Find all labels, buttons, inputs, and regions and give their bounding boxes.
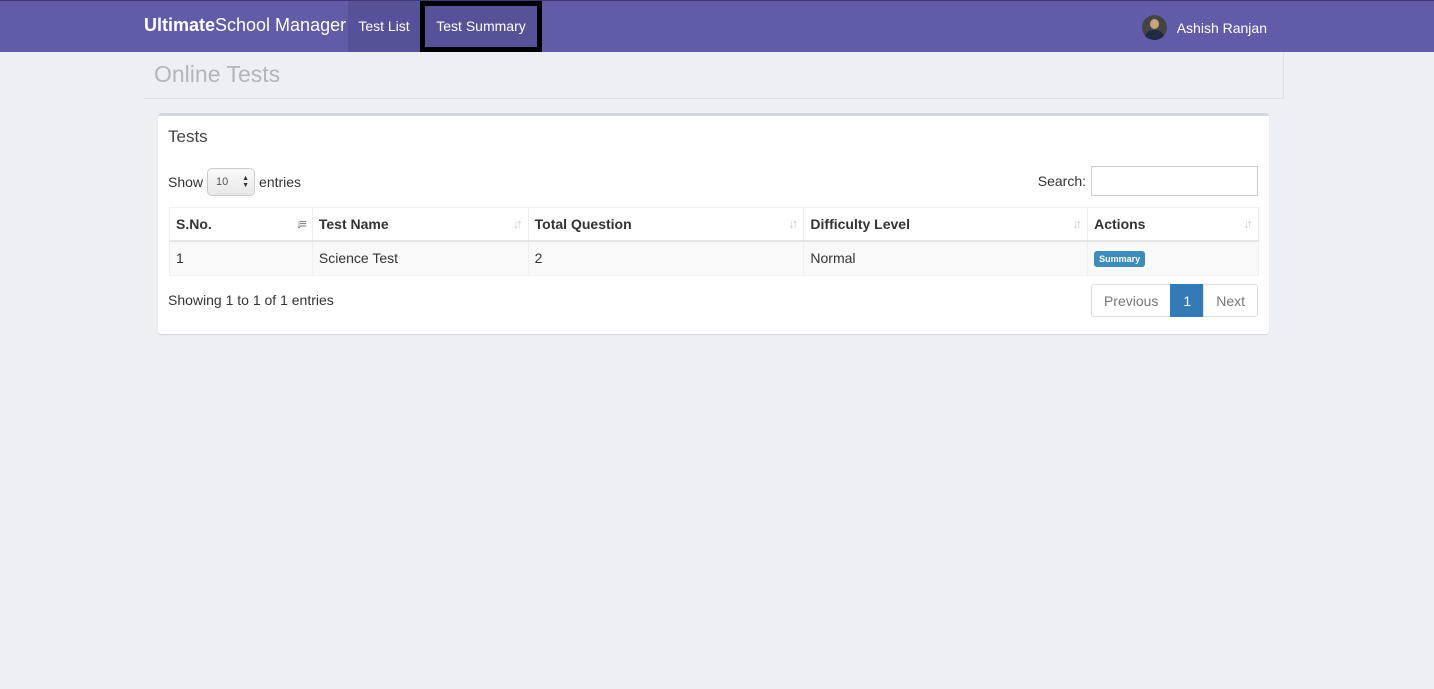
avatar: [1141, 15, 1167, 40]
cell-test-name: Science Test: [311, 240, 529, 276]
table-header-row: S.No. ↓≡ Test Name ↓↑ Total Question ↓↑ Dif…: [169, 207, 1259, 242]
page-1-button[interactable]: 1: [1170, 284, 1205, 317]
entries-select-value: 10: [216, 176, 229, 188]
page-title: Online Tests: [154, 61, 281, 87]
column-header-difficulty-level[interactable]: Difficulty Level ↓↑: [803, 207, 1089, 242]
search-label: Search:: [1037, 173, 1086, 189]
column-header-sno[interactable]: S.No. ↓≡: [169, 207, 313, 242]
sort-asc-icon: ↓≡: [295, 216, 307, 231]
pagination: Previous 1 Next: [1090, 284, 1258, 317]
sort-icon: ↓↑: [1243, 216, 1253, 231]
page-header: Online Tests: [144, 52, 1284, 99]
brand-logo[interactable]: UltimateSchool Manager: [144, 15, 346, 36]
sort-icon: ↓↑: [788, 216, 798, 231]
cell-actions: Summary: [1087, 240, 1259, 276]
cell-sno: 1: [169, 240, 313, 276]
search-control: Search:: [1038, 166, 1258, 196]
table-row: 1 Science Test 2 Normal Summary: [169, 240, 1259, 276]
nav-test-summary[interactable]: Test Summary: [420, 1, 542, 52]
sort-icon: ↓↑: [1072, 216, 1082, 231]
sort-icon: ↓↑: [512, 216, 523, 231]
show-label: Show: [168, 174, 204, 190]
next-button[interactable]: Next: [1203, 284, 1258, 317]
tests-table: S.No. ↓≡ Test Name ↓↑ Total Question ↓↑ Dif…: [169, 207, 1259, 276]
cell-difficulty-level: Normal: [803, 240, 1089, 276]
length-control: Show 10 ▲ ▼ entries: [168, 168, 301, 196]
column-header-test-name[interactable]: Test Name ↓↑: [311, 207, 529, 242]
summary-button[interactable]: Summary: [1094, 251, 1146, 267]
column-header-actions[interactable]: Actions ↓↑: [1087, 207, 1259, 242]
select-arrows-icon: ▲ ▼: [242, 175, 250, 189]
brand-rest: School Manager: [215, 15, 347, 35]
tests-box: Tests Show 10 ▲ ▼ entries Search: S.No. ↓≡…: [158, 113, 1269, 334]
entries-select[interactable]: 10 ▲ ▼: [207, 168, 256, 196]
nav-test-list[interactable]: Test List: [348, 1, 420, 52]
top-navbar: UltimateSchool Manager Test List Test Su…: [0, 0, 1434, 52]
box-title: Tests: [168, 127, 208, 146]
user-menu[interactable]: Ashish Ranjan: [1141, 15, 1267, 40]
cell-total-question: 2: [527, 240, 805, 276]
previous-button[interactable]: Previous: [1090, 284, 1172, 317]
column-header-total-question[interactable]: Total Question ↓↑: [527, 207, 805, 242]
user-name: Ashish Ranjan: [1176, 19, 1267, 36]
brand-bold: Ultimate: [144, 15, 216, 35]
search-input[interactable]: [1091, 166, 1258, 196]
entries-label: entries: [259, 174, 302, 190]
table-info: Showing 1 to 1 of 1 entries: [168, 292, 334, 308]
